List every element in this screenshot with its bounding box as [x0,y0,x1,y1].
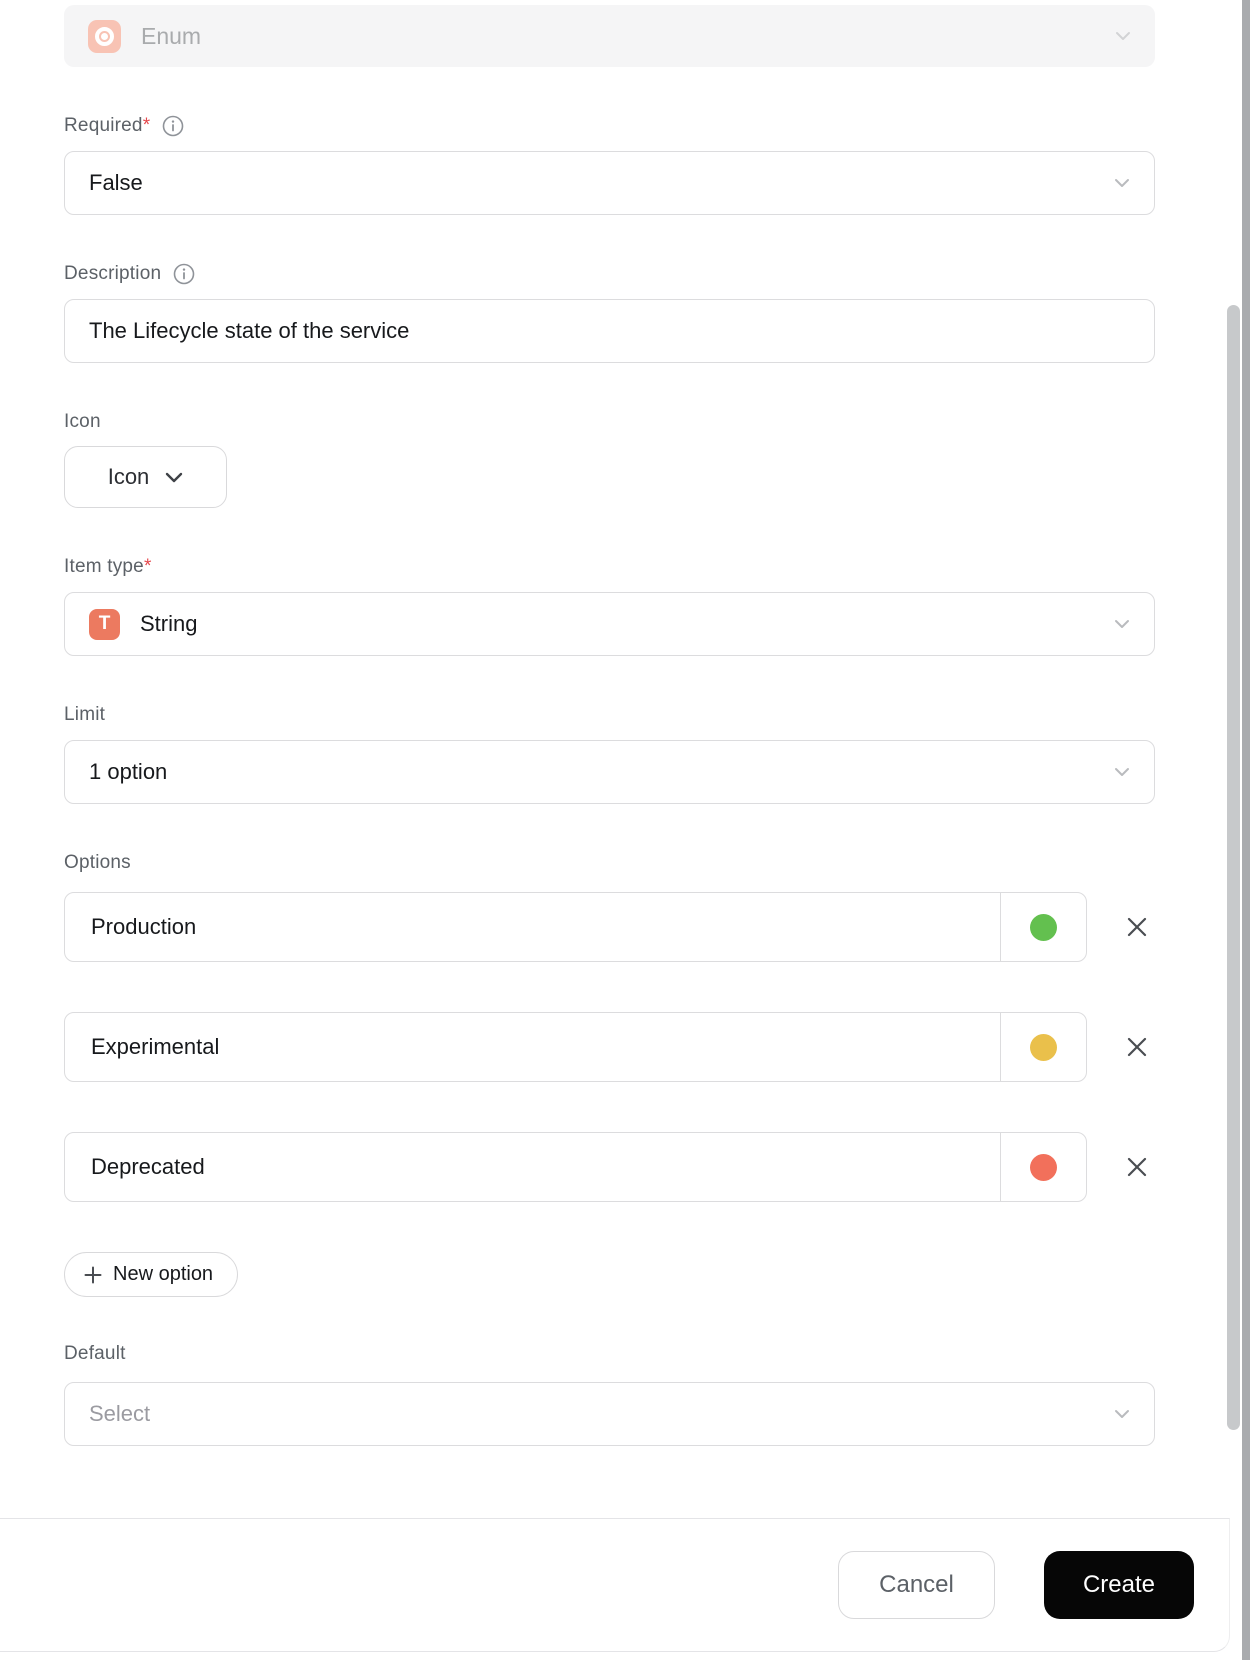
remove-option-button[interactable] [1119,909,1155,945]
required-label: Required* [64,115,151,136]
string-type-icon: T [89,608,120,640]
options-label-row: Options [64,852,1155,874]
chevron-down-icon [1116,32,1130,40]
option-value-input[interactable]: Production [65,893,1000,961]
required-label-row: Required* [64,115,1155,137]
required-asterisk: * [143,556,152,577]
item-type-label-row: Item type* [64,556,1155,578]
option-value: Production [91,914,197,939]
create-button[interactable]: Create [1044,1551,1194,1619]
description-value: The Lifecycle state of the service [89,318,410,343]
option-color-picker[interactable] [1000,1013,1086,1081]
info-icon[interactable] [173,263,195,285]
option-row: Production [64,892,1155,962]
option-color-dot [1030,1033,1057,1061]
info-icon[interactable] [162,115,184,137]
description-label: Description [64,263,162,284]
close-icon [1127,1157,1147,1177]
chevron-down-icon [1115,620,1129,628]
new-option-label: New option [113,1263,214,1285]
option-value-input[interactable]: Experimental [65,1013,1000,1081]
option-row: Deprecated [64,1132,1155,1202]
icon-dropdown-button[interactable]: Icon [64,446,227,508]
option-value-input[interactable]: Deprecated [65,1133,1000,1201]
cancel-button[interactable]: Cancel [838,1551,995,1619]
options-label: Options [64,852,131,873]
chevron-down-icon [1115,179,1129,187]
required-value: False [89,170,143,195]
default-select[interactable]: Select [64,1382,1155,1446]
create-property-modal: Enum Required* False Description The Lif… [0,0,1250,1660]
item-type-select[interactable]: T String [64,592,1155,656]
icon-dropdown-label: Icon [107,464,150,489]
chevron-down-icon [1115,1410,1129,1418]
limit-label: Limit [64,704,106,725]
description-input[interactable]: The Lifecycle state of the service [64,299,1155,363]
enum-icon [88,19,121,53]
option-color-dot [1030,1153,1057,1181]
required-select[interactable]: False [64,151,1155,215]
option-color-dot [1030,913,1057,941]
description-label-row: Description [64,263,1155,285]
limit-label-row: Limit [64,704,1155,726]
close-icon [1127,1037,1147,1057]
option-box: Deprecated [64,1132,1087,1202]
property-form: Enum Required* False Description The Lif… [64,5,1155,1446]
default-label: Default [64,1343,126,1364]
item-type-value: String [140,611,198,636]
scrollbar-thumb[interactable] [1227,305,1240,1430]
close-icon [1127,917,1147,937]
window-edge [1242,0,1250,1660]
icon-label: Icon [64,411,101,432]
chevron-down-icon [166,472,183,482]
option-box: Production [64,892,1087,962]
plus-icon [84,1266,102,1283]
chevron-down-icon [1115,768,1129,776]
limit-select[interactable]: 1 option [64,740,1155,804]
remove-option-button[interactable] [1119,1149,1155,1185]
option-row: Experimental [64,1012,1155,1082]
remove-option-button[interactable] [1119,1029,1155,1065]
item-type-label: Item type* [64,556,152,577]
default-placeholder: Select [89,1401,151,1426]
option-value: Experimental [91,1034,220,1059]
option-color-picker[interactable] [1000,1133,1086,1201]
modal-footer: Cancel Create [0,1518,1230,1652]
new-option-button[interactable]: New option [64,1252,239,1297]
default-label-row: Default [64,1343,1155,1365]
option-box: Experimental [64,1012,1087,1082]
option-value: Deprecated [91,1154,205,1179]
limit-value: 1 option [89,759,168,784]
option-color-picker[interactable] [1000,893,1086,961]
icon-label-row: Icon [64,411,1155,433]
property-type-select[interactable]: Enum [64,5,1155,67]
required-asterisk: * [142,115,151,136]
property-type-value: Enum [141,22,202,49]
